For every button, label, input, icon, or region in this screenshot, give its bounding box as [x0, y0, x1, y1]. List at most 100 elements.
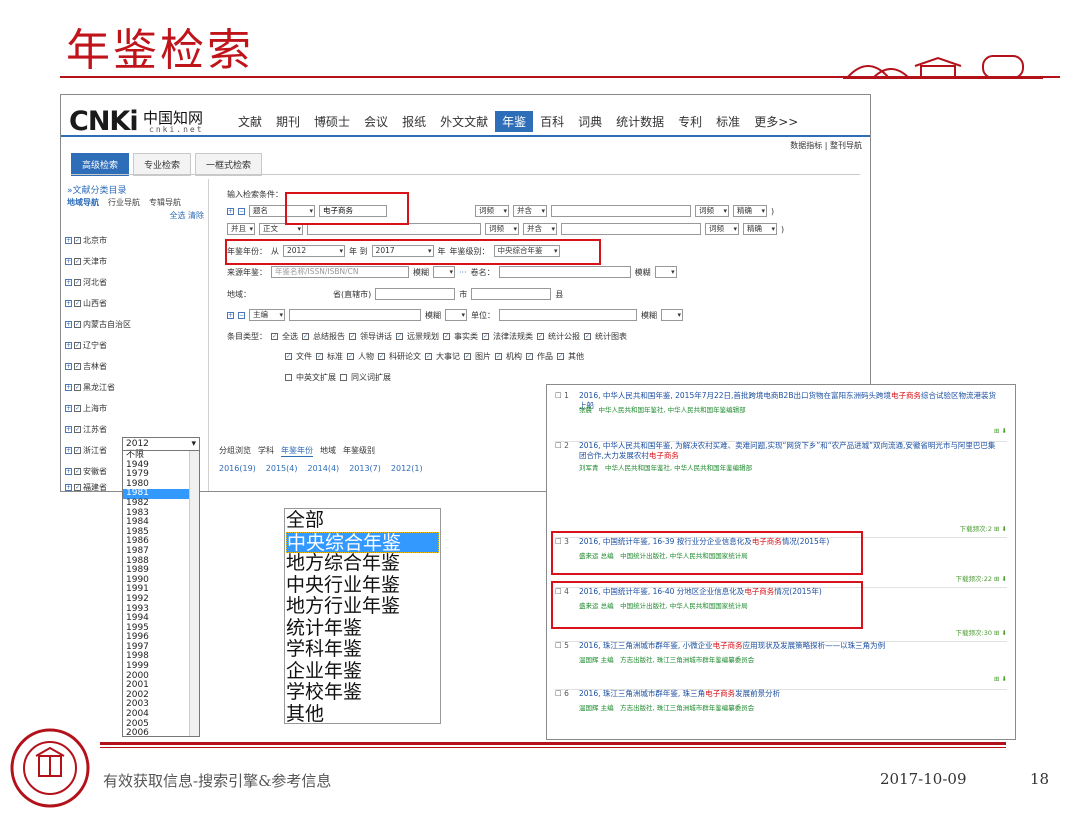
- sidebar-item[interactable]: + ✓ 天津市: [65, 256, 107, 267]
- checkbox-checked[interactable]: ✓: [396, 333, 403, 340]
- expand-icon[interactable]: +: [65, 321, 72, 328]
- province-input[interactable]: [375, 288, 456, 300]
- year-dropdown-list[interactable]: 2012 不限194919791980198119821983198419851…: [122, 437, 200, 739]
- checkbox-checked[interactable]: ✓: [495, 353, 502, 360]
- nav-item[interactable]: 报纸: [395, 111, 433, 132]
- sidebar-item[interactable]: + ✓ 福建省: [65, 482, 107, 493]
- level-option[interactable]: 中央综合年鉴: [286, 531, 439, 553]
- checkbox-checked[interactable]: ✓: [271, 333, 278, 340]
- checkbox-checked[interactable]: ✓: [74, 342, 81, 349]
- logic-select[interactable]: 并含: [523, 223, 557, 235]
- checkbox-checked[interactable]: ✓: [302, 333, 309, 340]
- remove-condition-icon[interactable]: −: [238, 311, 245, 319]
- expand-icon[interactable]: +: [65, 279, 72, 286]
- select-all-clear-links[interactable]: 全选 清除: [169, 210, 204, 221]
- checkbox-unchecked[interactable]: [340, 374, 347, 381]
- expand-icon[interactable]: +: [65, 363, 72, 370]
- sidebar-tab-collection[interactable]: 专辑导航: [149, 197, 181, 208]
- year-count-link[interactable]: 2012(1): [391, 464, 423, 473]
- expand-icon[interactable]: +: [65, 237, 72, 244]
- year-count-link[interactable]: 2016(19): [219, 464, 256, 473]
- checkbox-checked[interactable]: ✓: [584, 333, 591, 340]
- nav-item[interactable]: 标准: [709, 111, 747, 132]
- freq-select[interactable]: 词频: [485, 223, 519, 235]
- checkbox-checked[interactable]: ✓: [74, 384, 81, 391]
- cnki-logo[interactable]: CNKi 中国知网 cnki.net: [69, 105, 219, 139]
- checkbox-checked[interactable]: ✓: [537, 333, 544, 340]
- checkbox-checked[interactable]: ✓: [316, 353, 323, 360]
- result-tools[interactable]: ⊞ ⬇: [994, 675, 1007, 683]
- volume-match-select[interactable]: [654, 266, 677, 278]
- nav-item[interactable]: 词典: [571, 111, 609, 132]
- checkbox-checked[interactable]: ✓: [74, 237, 81, 244]
- remove-condition-icon[interactable]: −: [238, 207, 245, 215]
- sidebar-item[interactable]: + ✓ 吉林省: [65, 361, 107, 372]
- keyword-input-2[interactable]: [561, 223, 701, 235]
- sidebar-item[interactable]: + ✓ 上海市: [65, 403, 107, 414]
- checkbox-checked[interactable]: ✓: [349, 333, 356, 340]
- add-condition-icon[interactable]: +: [227, 311, 234, 319]
- editor-match-select[interactable]: [445, 309, 467, 321]
- checkbox-checked[interactable]: ✓: [74, 484, 81, 491]
- checkbox-checked[interactable]: ✓: [74, 468, 81, 475]
- level-option[interactable]: 学科年鉴: [286, 638, 439, 661]
- unit-input[interactable]: [499, 309, 637, 321]
- checkbox-checked[interactable]: ✓: [74, 405, 81, 412]
- sidebar-item[interactable]: + ✓ 辽宁省: [65, 340, 107, 351]
- checkbox-unchecked[interactable]: [285, 374, 292, 381]
- checkbox-checked[interactable]: ✓: [74, 279, 81, 286]
- level-option[interactable]: 企业年鉴: [286, 660, 439, 683]
- result-tools[interactable]: 下载频次:30 ⊞ ⬇: [956, 627, 1008, 637]
- nav-item-yearbook[interactable]: 年鉴: [495, 111, 534, 132]
- dropdown-scrollbar[interactable]: [189, 451, 199, 736]
- level-option[interactable]: 中央行业年鉴: [286, 574, 439, 597]
- group-tab[interactable]: 地域: [320, 445, 336, 457]
- result-title-link[interactable]: 2016, 中华人民共和国年鉴, 为解决农村买难、卖难问题,实现“网货下乡”和“…: [579, 441, 999, 461]
- operator-select[interactable]: 并且: [227, 223, 255, 235]
- nav-item[interactable]: 百科: [533, 111, 571, 132]
- expand-icon[interactable]: +: [65, 258, 72, 265]
- checkbox-checked[interactable]: ✓: [425, 353, 432, 360]
- year-count-link[interactable]: 2013(7): [349, 464, 381, 473]
- unit-match-select[interactable]: [661, 309, 683, 321]
- sidebar-item[interactable]: + ✓ 山西省: [65, 298, 107, 309]
- year-count-link[interactable]: 2014(4): [307, 464, 339, 473]
- checkbox-checked[interactable]: ✓: [378, 353, 385, 360]
- freq-select[interactable]: 词频: [475, 205, 509, 217]
- level-option[interactable]: 地方行业年鉴: [286, 595, 439, 618]
- nav-item-more[interactable]: 更多>>: [747, 111, 805, 132]
- freq-select-2[interactable]: 词频: [695, 205, 729, 217]
- freq-select-2[interactable]: 词频: [705, 223, 739, 235]
- expand-icon[interactable]: +: [65, 300, 72, 307]
- result-checkbox-number[interactable]: ☐ 2: [555, 441, 569, 450]
- nav-item[interactable]: 期刊: [269, 111, 307, 132]
- year-option[interactable]: 2006: [123, 729, 199, 739]
- checkbox-checked[interactable]: ✓: [464, 353, 471, 360]
- quicklinks[interactable]: 数据指标 | 整刊导航: [790, 140, 862, 151]
- sidebar-tab-industry[interactable]: 行业导航: [108, 197, 140, 208]
- keyword-input-2[interactable]: [551, 205, 691, 217]
- sidebar-item[interactable]: + ✓ 安徽省: [65, 466, 107, 477]
- result-title-link[interactable]: 2016, 珠江三角洲城市群年鉴, 小微企业电子商务应用现状及发展策略探析——以…: [579, 641, 999, 651]
- group-tab[interactable]: 学科: [258, 445, 274, 457]
- checkbox-checked[interactable]: ✓: [74, 321, 81, 328]
- checkbox-checked[interactable]: ✓: [347, 353, 354, 360]
- checkbox-checked[interactable]: ✓: [557, 353, 564, 360]
- year-dropdown-current[interactable]: 2012: [123, 438, 199, 451]
- level-option[interactable]: 统计年鉴: [286, 617, 439, 640]
- expand-icon[interactable]: +: [65, 405, 72, 412]
- checkbox-checked[interactable]: ✓: [74, 363, 81, 370]
- result-tools[interactable]: 下载频次:2 ⊞ ⬇: [960, 523, 1007, 533]
- expand-icon[interactable]: +: [65, 342, 72, 349]
- expand-icon[interactable]: +: [65, 384, 72, 391]
- year-count-link[interactable]: 2015(4): [266, 464, 298, 473]
- checkbox-checked[interactable]: ✓: [74, 258, 81, 265]
- nav-item[interactable]: 外文文献: [433, 111, 495, 132]
- sidebar-item[interactable]: + ✓ 内蒙古自治区: [65, 319, 131, 330]
- level-option[interactable]: 学校年鉴: [286, 681, 439, 704]
- checkbox-checked[interactable]: ✓: [482, 333, 489, 340]
- nav-item[interactable]: 会议: [357, 111, 395, 132]
- match-select[interactable]: 精确: [743, 223, 777, 235]
- checkbox-checked[interactable]: ✓: [285, 353, 292, 360]
- source-input[interactable]: 年鉴名称/ISSN/ISBN/CN: [271, 266, 409, 278]
